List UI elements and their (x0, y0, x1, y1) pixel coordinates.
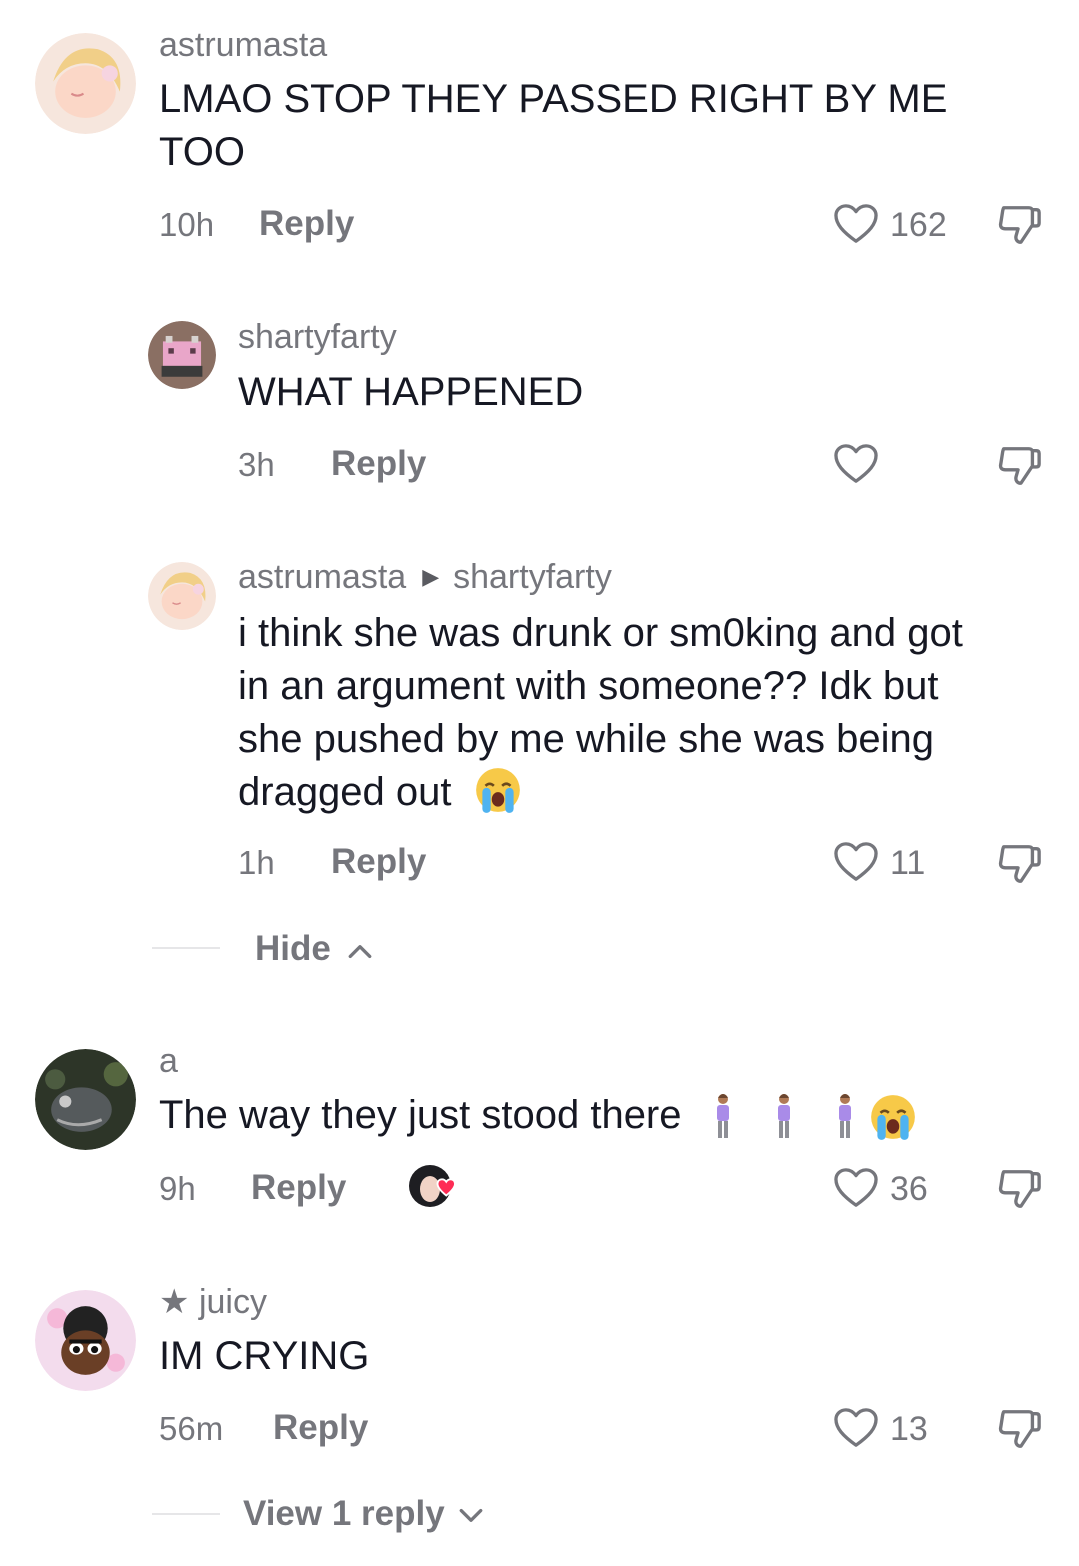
person-standing-emoji (838, 1094, 851, 1139)
reply-author[interactable]: astrumasta (238, 558, 406, 596)
heart-outline-icon[interactable] (833, 1407, 879, 1449)
reply-to-username[interactable]: shartyfarty (453, 558, 612, 596)
person-standing-emoji (777, 1094, 790, 1139)
like-count: 36 (890, 1170, 928, 1208)
reply-text-line: dragged out (238, 770, 452, 814)
heart-outline-icon[interactable] (833, 203, 879, 245)
reply-text-line: i think she was drunk or sm0king and got (238, 611, 963, 655)
reply-text-last-line: dragged out (238, 766, 963, 819)
divider (152, 947, 220, 949)
divider (152, 1513, 220, 1515)
reply-time: 3h (238, 446, 275, 483)
avatar[interactable] (148, 321, 216, 389)
reply-text-line: she pushed by me while she was being (238, 717, 934, 761)
triangle-right-icon: ▶ (422, 564, 440, 589)
avatar[interactable] (35, 33, 136, 134)
comment-text: LMAO STOP THEY PASSED RIGHT BY ME TOO (159, 73, 947, 179)
avatar[interactable] (35, 1049, 136, 1150)
heart-outline-icon[interactable] (833, 443, 879, 485)
star-icon: ★ (159, 1283, 190, 1321)
reply-username[interactable]: shartyfarty (238, 318, 397, 357)
loudly-crying-face-emoji (871, 1095, 915, 1141)
avatar[interactable] (35, 1290, 136, 1391)
comment-text-line: TOO (159, 130, 245, 174)
thumbs-down-icon[interactable] (995, 443, 1043, 489)
like-count: 162 (890, 206, 947, 244)
heart-outline-icon[interactable] (833, 841, 879, 883)
comment-username[interactable]: astrumasta (159, 26, 327, 65)
reply-text: WHAT HAPPENED (238, 370, 584, 414)
comment-username[interactable]: ★ juicy (159, 1282, 267, 1322)
reply-button[interactable]: Reply (259, 204, 354, 244)
like-count: 13 (890, 1410, 928, 1448)
reply-text-line: in an argument with someone?? Idk but (238, 664, 939, 708)
comment-text: The way they just stood there (159, 1089, 918, 1142)
thumbs-down-icon[interactable] (995, 202, 1043, 248)
reply-time: 1h (238, 844, 275, 881)
reply-button[interactable]: Reply (331, 444, 426, 484)
heart-outline-icon[interactable] (833, 1167, 879, 1209)
hide-replies-button[interactable]: Hide (255, 929, 373, 969)
reply-username: astrumasta ▶ shartyfarty (238, 558, 612, 597)
reply-button[interactable]: Reply (251, 1168, 346, 1208)
comment-time: 10h (159, 206, 215, 243)
like-count: 11 (890, 844, 926, 882)
hide-label: Hide (255, 929, 331, 968)
chevron-down-icon (460, 1508, 483, 1522)
comment-time: 56m (159, 1410, 224, 1447)
person-standing-emoji (716, 1094, 729, 1139)
creator-liked-avatar-icon (408, 1164, 464, 1212)
thumbs-down-icon[interactable] (995, 841, 1043, 887)
avatar[interactable] (148, 562, 216, 630)
chevron-up-icon (348, 945, 371, 959)
loudly-crying-face-emoji (475, 768, 520, 814)
reply-text: i think she was drunk or sm0king and got… (238, 607, 963, 819)
reply-button[interactable]: Reply (331, 842, 426, 882)
view-replies-button[interactable]: View 1 reply (243, 1494, 484, 1534)
thumbs-down-icon[interactable] (995, 1406, 1043, 1452)
comment-username-text: juicy (198, 1283, 267, 1321)
comment-text: IM CRYING (159, 1334, 370, 1378)
thumbs-down-icon[interactable] (995, 1166, 1043, 1212)
reply-button[interactable]: Reply (273, 1408, 368, 1448)
view-replies-label: View 1 reply (243, 1494, 445, 1533)
comment-time: 9h (159, 1170, 196, 1207)
comment-text-line: LMAO STOP THEY PASSED RIGHT BY ME (159, 77, 948, 121)
comment-text-body: The way they just stood there (159, 1093, 682, 1137)
comment-username[interactable]: a (159, 1042, 178, 1081)
